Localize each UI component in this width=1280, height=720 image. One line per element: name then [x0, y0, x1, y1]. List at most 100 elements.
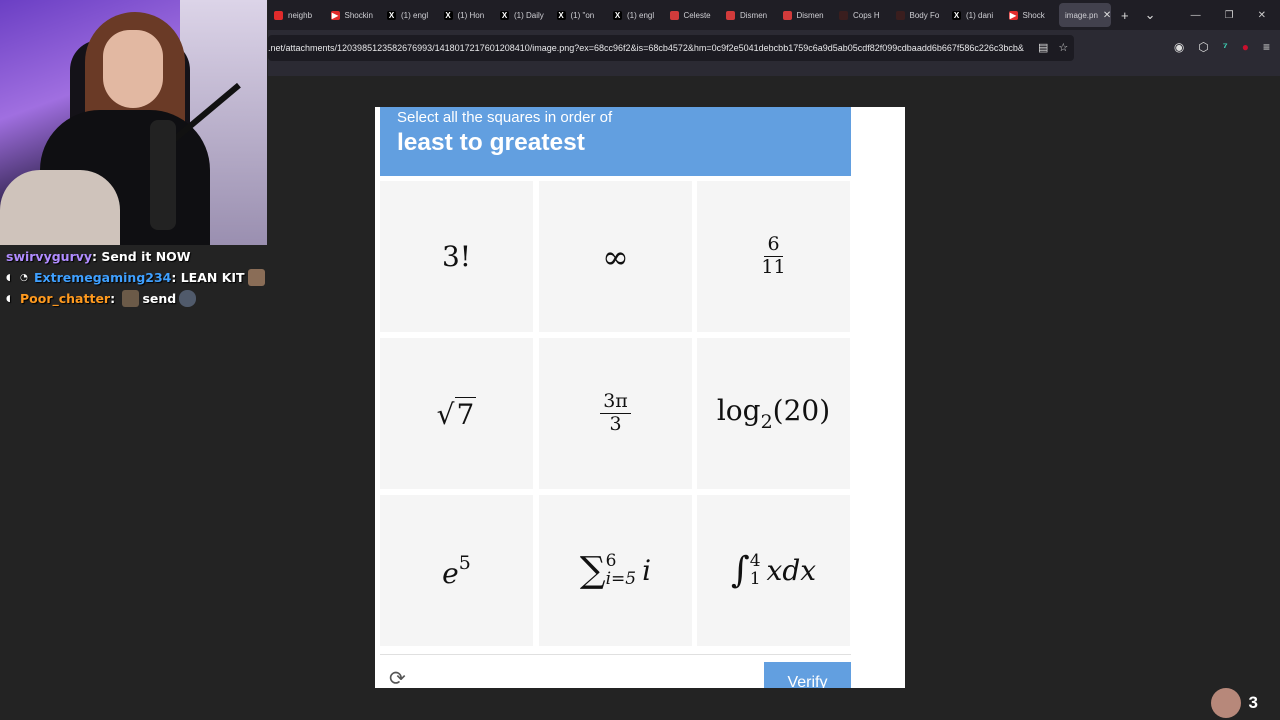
tab-label: Body Fo	[909, 10, 940, 20]
menu-icon[interactable]: ≡	[1263, 40, 1270, 54]
tab-label: Dismen	[740, 10, 768, 20]
tab-favicon-icon: ▶	[1008, 10, 1018, 20]
browser-tab[interactable]: X (1) engl	[381, 0, 438, 30]
tile-infinity[interactable]: ∞	[539, 181, 692, 332]
tab-favicon-icon	[895, 10, 905, 20]
browser-tab[interactable]: Celeste	[664, 0, 721, 30]
tile-e-to-5[interactable]: e5	[380, 495, 533, 646]
browser-tab-bar: neighb ▶ Shockin X (1) engl X (1) Hon X (1) Dail…	[268, 0, 1280, 30]
emote-icon	[122, 290, 140, 307]
tab-label: Shock	[1022, 10, 1045, 20]
chat-username: swirvygurvy	[6, 249, 93, 264]
tile-6-over-11[interactable]: 6 11	[697, 181, 850, 332]
chat-username: Extremegaming234	[34, 270, 172, 285]
tab-favicon-icon	[839, 10, 848, 20]
streamer-face	[103, 30, 163, 108]
chat-text: send	[142, 291, 177, 306]
ublock-icon[interactable]: ●	[1242, 40, 1249, 54]
tile-3pi-over-3[interactable]: 3π 3	[539, 338, 692, 489]
minimize-icon[interactable]: —	[1191, 10, 1201, 21]
tile-expression: 6 11	[761, 233, 786, 278]
captcha-instruction-emphasis: least to greatest	[397, 129, 585, 156]
new-tab-icon[interactable]: +	[1121, 8, 1129, 23]
tab-favicon-icon: X	[613, 10, 622, 20]
chat-text: LEAN KIT	[180, 270, 245, 285]
verify-button[interactable]: Verify	[764, 662, 851, 688]
browser-tab[interactable]: Cops H	[833, 0, 890, 30]
restore-icon[interactable]: ❐	[1225, 10, 1234, 21]
tile-3-factorial[interactable]: 3!	[380, 181, 533, 332]
chat-message: ◖ Poor_chatter: send	[6, 288, 268, 309]
tile-sqrt-7[interactable]: √ 7	[380, 338, 533, 489]
bookmark-star-icon[interactable]: ☆	[1058, 41, 1068, 54]
viewer-count: 3	[1210, 688, 1258, 718]
tile-expression: log2(20)	[716, 394, 831, 433]
address-bar[interactable]: .net/attachments/1203985123582676993/141…	[268, 35, 1074, 61]
chat-username: Poor_chatter	[20, 291, 111, 306]
captcha-divider	[380, 654, 851, 655]
chat-badge-icon: ◔	[20, 272, 28, 283]
window-close-icon[interactable]: ✕	[1258, 10, 1266, 21]
tab-label: (1) "on	[570, 10, 595, 20]
tab-favicon-icon: X	[500, 10, 509, 20]
tab-favicon-icon: X	[952, 10, 961, 20]
reader-view-icon[interactable]: ▤	[1038, 41, 1048, 54]
tile-integral[interactable]: ∫ 4 1 xdx	[697, 495, 850, 646]
emote-icon	[247, 269, 265, 286]
stream-chat: swirvygurvy: Send it NOW ◖ ◔ Extremegami…	[6, 246, 268, 309]
browser-tab[interactable]: X (1) "on	[551, 0, 608, 30]
tab-label: (1) engl	[627, 10, 655, 20]
tab-label: (1) engl	[401, 10, 429, 20]
chat-text: Send it NOW	[101, 249, 191, 264]
tab-label: Celeste	[683, 10, 711, 20]
tab-favicon-icon	[782, 10, 792, 20]
browser-tab[interactable]: ▶ Shockin	[325, 0, 382, 30]
captcha-instruction: Select all the squares in order of	[397, 109, 613, 126]
extensions-icon[interactable]: ⬡	[1198, 40, 1208, 54]
tab-label: Shockin	[344, 10, 373, 20]
tab-favicon-icon	[669, 10, 679, 20]
emote-icon	[179, 290, 197, 307]
tab-list-chevron-icon[interactable]: ⌄	[1145, 7, 1156, 23]
tab-label: neighb	[288, 10, 313, 20]
chat-message: swirvygurvy: Send it NOW	[6, 249, 191, 264]
refresh-icon[interactable]: ⟳	[389, 669, 411, 689]
active-tab-label: image.pn	[1065, 10, 1098, 20]
viewer-avatar	[1210, 688, 1241, 718]
tab-label: (1) dani	[966, 10, 994, 20]
tile-expression: e5	[442, 551, 471, 590]
navigation-toolbar: .net/attachments/1203985123582676993/141…	[268, 30, 1280, 76]
viewer-count-number: 3	[1248, 693, 1258, 712]
tab-list: neighb ▶ Shockin X (1) engl X (1) Hon X (1) Dail…	[268, 0, 1059, 30]
browser-tab[interactable]: Body Fo	[890, 0, 947, 30]
tab-favicon-icon: ▶	[330, 10, 340, 20]
captcha-widget: Select all the squares in order of least…	[375, 107, 905, 689]
microphone	[150, 120, 176, 230]
browser-tab[interactable]: X (1) dani	[946, 0, 1003, 30]
tab-label: (1) Daily	[514, 10, 544, 20]
close-tab-icon[interactable]: ✕	[1103, 10, 1111, 21]
browser-tab[interactable]: X (1) Daily	[494, 0, 551, 30]
tile-expression: 3!	[441, 240, 472, 273]
tab-active[interactable]: image.pn ✕	[1059, 3, 1111, 27]
account-icon[interactable]: ◉	[1174, 40, 1184, 54]
translate-extension-icon[interactable]: ⁷	[1223, 40, 1228, 54]
tab-favicon-icon	[726, 10, 735, 20]
tab-favicon-icon: X	[556, 10, 566, 20]
browser-tab[interactable]: X (1) engl	[607, 0, 664, 30]
tile-log2-20[interactable]: log2(20)	[697, 338, 850, 489]
tile-expression: ∞	[602, 237, 629, 276]
browser-tab[interactable]: Dismen	[777, 0, 834, 30]
tile-summation[interactable]: ∑ 6 i=5 i	[539, 495, 692, 646]
browser-tab[interactable]: ▶ Shock	[1003, 0, 1060, 30]
tile-expression: ∫ 4 1 xdx	[730, 550, 817, 591]
tile-expression: √ 7	[436, 396, 477, 431]
tab-favicon-icon	[274, 10, 283, 20]
webcam-overlay	[0, 0, 267, 245]
chat-message: ◖ ◔ Extremegaming234: LEAN KIT	[6, 267, 268, 288]
browser-tab[interactable]: neighb	[268, 0, 325, 30]
captcha-header: Select all the squares in order of least…	[380, 107, 851, 176]
browser-tab[interactable]: X (1) Hon	[438, 0, 495, 30]
chat-badge-icon: ◖	[6, 272, 11, 283]
browser-tab[interactable]: Dismen	[720, 0, 777, 30]
